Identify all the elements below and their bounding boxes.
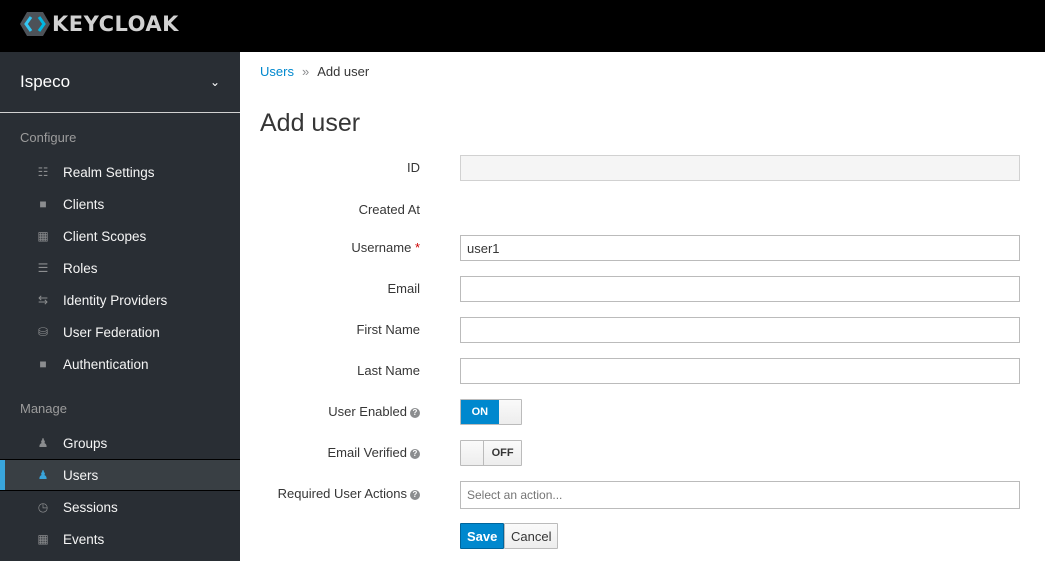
required-mark: *: [414, 240, 420, 255]
section-configure: Configure: [20, 130, 77, 145]
sidebar-item-sessions[interactable]: ◷ Sessions: [0, 491, 240, 523]
sidebar-item-label: Identity Providers: [63, 292, 168, 308]
sidebar-item-label: User Federation: [63, 324, 160, 340]
username-label-text: Username: [351, 240, 412, 255]
sliders-icon: ☷: [37, 165, 49, 179]
required-actions-label: Required User Actions?: [278, 481, 420, 507]
sidebar-item-users[interactable]: ♟ Users: [0, 459, 240, 491]
sidebar-item-label: Authentication: [63, 356, 149, 372]
breadcrumb-current: Add user: [317, 64, 370, 79]
realm-selector[interactable]: Ispeco ⌄: [0, 52, 240, 113]
clock-icon: ◷: [37, 500, 49, 514]
sidebar-item-identity-providers[interactable]: ⇆ Identity Providers: [0, 284, 240, 316]
toggle-knob: [461, 441, 484, 465]
username-label: Username *: [351, 235, 420, 261]
sidebar-item-label: Users: [63, 467, 99, 483]
sidebar-item-events[interactable]: ▦ Events: [0, 523, 240, 555]
sidebar-item-realm-settings[interactable]: ☷ Realm Settings: [0, 156, 240, 188]
username-field[interactable]: [460, 235, 1020, 261]
user-icon: ♟: [37, 468, 49, 482]
required-actions-row: Required User Actions?: [240, 481, 1045, 509]
page-title: Add user: [260, 109, 361, 137]
email-verified-label: Email Verified?: [328, 440, 420, 466]
id-row: ID: [240, 155, 1045, 181]
sidebar: Ispeco ⌄ Configure ☷ Realm Settings ■ Clie…: [0, 52, 240, 561]
email-label: Email: [387, 281, 420, 296]
sidebar-item-label: Realm Settings: [63, 164, 155, 180]
toggle-on-label: ON: [461, 400, 499, 424]
required-actions-label-text: Required User Actions: [277, 486, 407, 501]
email-verified-row: Email Verified? OFF: [240, 440, 1045, 466]
toggle-knob: [498, 400, 521, 424]
sidebar-item-user-federation[interactable]: ⛁ User Federation: [0, 316, 240, 348]
save-button[interactable]: Save: [460, 523, 505, 549]
help-icon[interactable]: ?: [410, 448, 420, 459]
first-name-row: First Name: [240, 317, 1045, 343]
cube-icon: ■: [39, 197, 47, 211]
sidebar-item-roles[interactable]: ☰ Roles: [0, 252, 240, 284]
users-icon: ♟: [37, 436, 49, 450]
section-manage: Manage: [20, 401, 67, 416]
sidebar-item-authentication[interactable]: ■ Authentication: [0, 348, 240, 380]
sidebar-item-label: Events: [63, 531, 105, 547]
breadcrumb-users-link[interactable]: Users: [260, 64, 294, 79]
list-icon: ☰: [37, 261, 49, 275]
email-field[interactable]: [460, 276, 1020, 302]
id-field: [460, 155, 1020, 181]
realm-name: Ispeco: [20, 72, 71, 91]
sidebar-item-label: Clients: [63, 196, 105, 212]
keycloak-logo[interactable]: KEYCLOAK: [20, 12, 179, 36]
first-name-field[interactable]: [460, 317, 1020, 343]
sidebar-item-label: Client Scopes: [63, 228, 147, 244]
form-buttons: Save Cancel: [240, 523, 1045, 549]
sidebar-item-client-scopes[interactable]: ▦ Client Scopes: [0, 220, 240, 252]
toggle-off-label: OFF: [483, 441, 521, 465]
sidebar-item-groups[interactable]: ♟ Groups: [0, 427, 240, 459]
last-name-field[interactable]: [460, 358, 1020, 384]
sidebar-item-label: Groups: [63, 435, 108, 451]
email-verified-toggle[interactable]: OFF: [460, 440, 522, 466]
username-row: Username *: [240, 235, 1045, 261]
logo-text: KEYCLOAK: [52, 12, 179, 36]
id-label: ID: [407, 160, 420, 175]
main-content: Users » Add user Add user ID Created At Us…: [240, 52, 1045, 561]
email-row: Email: [240, 276, 1045, 302]
sidebar-item-clients[interactable]: ■ Clients: [0, 188, 240, 220]
breadcrumb-separator: »: [301, 64, 310, 79]
first-name-label: First Name: [356, 322, 420, 337]
user-enabled-row: User Enabled? ON: [240, 399, 1045, 425]
created-at-label: Created At: [358, 202, 420, 217]
keycloak-logo-icon: [20, 12, 50, 36]
help-icon[interactable]: ?: [410, 489, 420, 500]
top-header: KEYCLOAK: [0, 0, 1045, 52]
user-enabled-label: User Enabled?: [328, 399, 420, 425]
user-enabled-label-text: User Enabled: [328, 404, 407, 419]
sidebar-item-label: Roles: [63, 260, 98, 276]
database-icon: ⛁: [37, 325, 49, 339]
email-verified-label-text: Email Verified: [327, 445, 407, 460]
calendar-icon: ▦: [37, 532, 49, 546]
exchange-icon: ⇆: [37, 293, 49, 307]
sidebar-item-label: Sessions: [63, 499, 118, 515]
required-actions-select[interactable]: [460, 481, 1020, 509]
help-icon[interactable]: ?: [410, 407, 420, 418]
cancel-button[interactable]: Cancel: [504, 523, 559, 549]
last-name-label: Last Name: [357, 363, 420, 378]
cubes-icon: ▦: [37, 229, 49, 243]
user-enabled-toggle[interactable]: ON: [460, 399, 522, 425]
chevron-down-icon: ⌄: [209, 75, 220, 89]
lock-icon: ■: [39, 357, 47, 371]
last-name-row: Last Name: [240, 358, 1045, 384]
breadcrumb: Users » Add user: [260, 64, 369, 79]
created-at-row: Created At: [240, 197, 1045, 223]
